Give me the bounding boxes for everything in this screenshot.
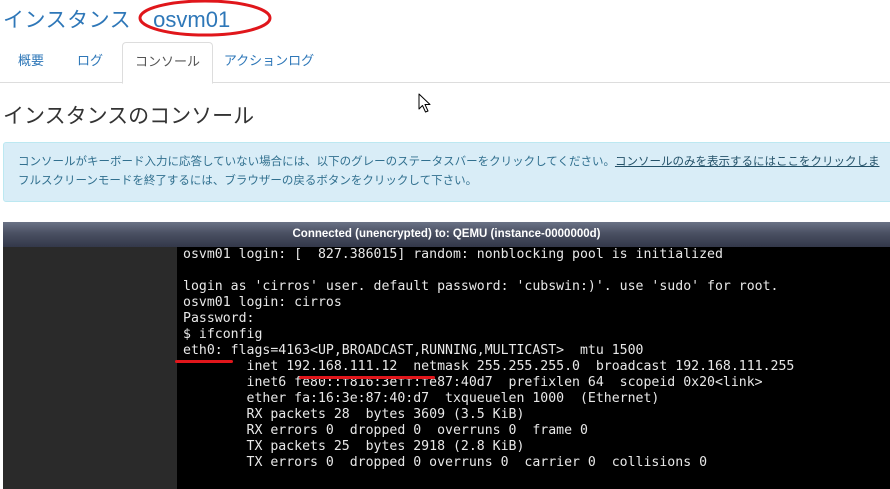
instance-name-wrap: osvm01 [138, 0, 272, 37]
console-line: RX errors 0 dropped 0 overruns 0 frame 0 [183, 423, 588, 438]
page-header: インスタンス osvm01 [3, 0, 272, 37]
console-line: osvm01 login: [ 827.386015] random: nonb… [183, 247, 723, 262]
instance-name: osvm01 [153, 7, 231, 32]
console-line: Password: [183, 311, 255, 326]
alert-line-1-text: コンソールがキーボード入力に応答していない場合には、以下のグレーのステータスバー… [18, 154, 615, 168]
console-line: osvm01 login: cirros [183, 295, 342, 310]
console-frame[interactable]: Connected (unencrypted) to: QEMU (instan… [3, 222, 890, 489]
console-info-alert: コンソールがキーボード入力に応答していない場合には、以下のグレーのステータスバー… [3, 142, 890, 202]
mouse-cursor-icon [418, 93, 431, 113]
console-line: inet 192.168.111.12 netmask 255.255.255.… [183, 359, 795, 374]
tab-console[interactable]: コンソール [122, 42, 213, 84]
console-line: TX packets 25 bytes 2918 (2.8 KiB) [183, 439, 525, 454]
console-line: $ ifconfig [183, 327, 263, 342]
alert-line-1: コンソールがキーボード入力に応答していない場合には、以下のグレーのステータスバー… [18, 152, 888, 171]
console-status-bar[interactable]: Connected (unencrypted) to: QEMU (instan… [3, 222, 890, 247]
ip-red-underline [299, 376, 435, 379]
tab-bar: 概要 ログ コンソール アクションログ [0, 42, 890, 84]
console-line: inet6 fe80::f816:3eff:fe87:40d7 prefixle… [183, 375, 763, 390]
console-only-link[interactable]: コンソールのみを表示するにはここをクリックしま [615, 154, 880, 168]
console-line: login as 'cirros' user. default password… [183, 279, 779, 294]
eth0-red-underline [175, 360, 233, 363]
tab-log[interactable]: ログ [66, 42, 114, 82]
page-title[interactable]: インスタンス [3, 4, 131, 34]
section-title: インスタンスのコンソール [3, 104, 255, 128]
tab-overview[interactable]: 概要 [6, 42, 56, 82]
alert-line-2: フルスクリーンモードを終了するには、ブラウザーの戻るボタンをクリックして下さい。 [18, 173, 478, 187]
console-line: TX errors 0 dropped 0 overruns 0 carrier… [183, 455, 708, 470]
console-output: osvm01 login: [ 827.386015] random: nonb… [183, 247, 794, 471]
console-line: eth0: flags=4163<UP,BROADCAST,RUNNING,MU… [183, 343, 644, 358]
console-line: ether fa:16:3e:87:40:d7 txqueuelen 1000 … [183, 391, 660, 406]
console-left-pane [3, 247, 177, 489]
tab-action-log[interactable]: アクションログ [218, 42, 320, 82]
console-line: RX packets 28 bytes 3609 (3.5 KiB) [183, 407, 525, 422]
